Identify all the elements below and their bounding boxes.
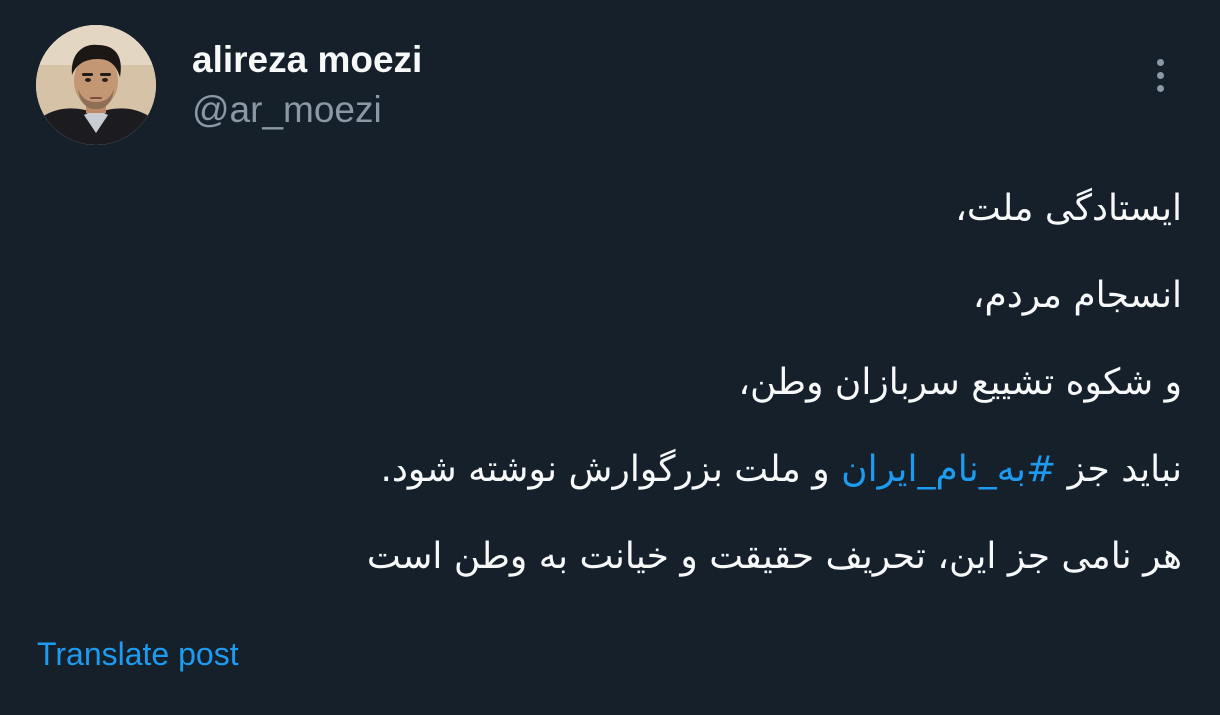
avatar-image: [36, 25, 156, 145]
tweet-card: alireza moezi @ar_moezi ایستادگی ملت، ان…: [0, 0, 1220, 715]
post-line-5: هر نامی جز این، تحریف حقیقت و خیانت به و…: [366, 536, 1182, 577]
more-dot: [1156, 58, 1164, 66]
author-display-name[interactable]: alireza moezi: [192, 38, 422, 82]
more-dot: [1156, 71, 1164, 79]
post-line-4-after: و ملت بزرگوارش نوشته شود.: [380, 449, 830, 490]
post-line-4: نباید جز #به_نام_ایران و ملت بزرگوارش نو…: [182, 441, 1182, 528]
post-line-1: ایستادگی ملت،: [955, 188, 1182, 229]
avatar[interactable]: [36, 25, 156, 145]
post-line-3: و شکوه تشییع سربازان وطن،: [738, 362, 1182, 403]
author-handle[interactable]: @ar_moezi: [192, 88, 382, 132]
post-line-4-before: نباید جز: [1067, 449, 1182, 490]
more-options-icon[interactable]: [1140, 52, 1180, 98]
post-text: ایستادگی ملت، انسجام مردم، و شکوه تشییع …: [182, 180, 1182, 615]
more-dot: [1156, 84, 1164, 92]
translate-post-link[interactable]: Translate post: [37, 632, 239, 676]
post-line-2: انسجام مردم،: [972, 275, 1182, 316]
hashtag-link[interactable]: #به_نام_ایران: [841, 449, 1056, 490]
